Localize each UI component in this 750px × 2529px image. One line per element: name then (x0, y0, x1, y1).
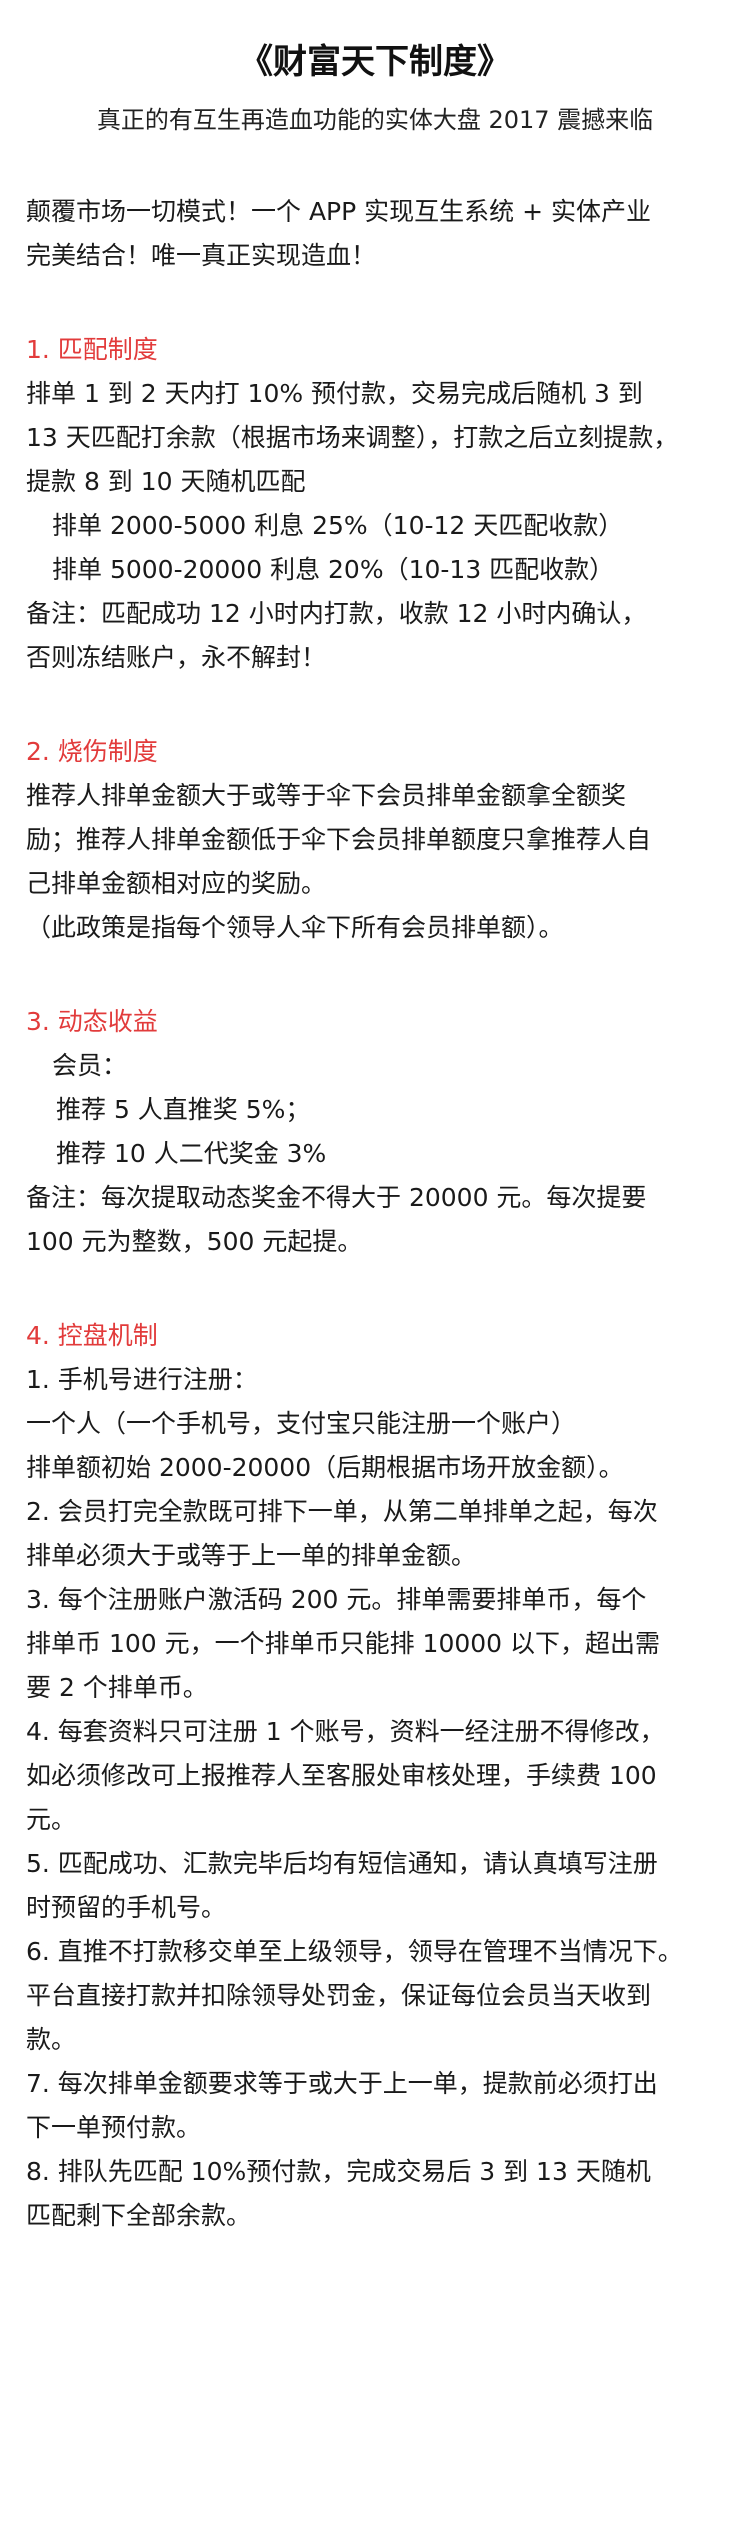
section-line: 会员： (52, 1051, 128, 1080)
intro-line: 颠覆市场一切模式！一个 APP 实现互生系统 + 实体产业 (26, 197, 651, 226)
section-line: 8. 排队先匹配 10%预付款，完成交易后 3 到 13 天随机 (26, 2157, 651, 2186)
section-heading: 3. 动态收益 (26, 1007, 158, 1036)
section-matching-system: 1. 匹配制度 排单 1 到 2 天内打 10% 预付款，交易完成后随机 3 到… (26, 328, 724, 680)
section-control-mechanism: 4. 控盘机制 1. 手机号进行注册： 一个人（一个手机号，支付宝只能注册一个账… (26, 1314, 724, 2238)
section-line: 排单币 100 元，一个排单币只能排 10000 以下，超出需 (26, 1629, 661, 1658)
section-line: 排单 5000-20000 利息 20%（10-13 匹配收款） (52, 555, 615, 584)
section-line: （此政策是指每个领导人伞下所有会员排单额）。 (26, 913, 564, 942)
section-line: 匹配剩下全部余款。 (26, 2201, 252, 2230)
intro-line: 完美结合！唯一真正实现造血！ (26, 241, 377, 270)
section-line: 5. 匹配成功、汇款完毕后均有短信通知，请认真填写注册 (26, 1849, 658, 1878)
section-line: 13 天匹配打余款（根据市场来调整），打款之后立刻提款， (26, 423, 679, 452)
section-heading: 4. 控盘机制 (26, 1321, 158, 1350)
section-line: 时预留的手机号。 (26, 1893, 227, 1922)
section-line: 3. 每个注册账户激活码 200 元。排单需要排单币，每个 (26, 1585, 647, 1614)
document-page: 《财富天下制度》 真正的有互生再造血功能的实体大盘 2017 震撼来临 颠覆市场… (0, 0, 750, 2529)
section-line: 如必须修改可上报推荐人至客服处审核处理，手续费 100 (26, 1761, 657, 1790)
section-line: 备注：匹配成功 12 小时内打款，收款 12 小时内确认， (26, 599, 647, 628)
section-line: 励；推荐人排单金额低于伞下会员排单额度只拿推荐人自 (26, 825, 652, 854)
section-line: 要 2 个排单币。 (26, 1673, 208, 1702)
section-heading: 2. 烧伤制度 (26, 737, 158, 766)
document-subtitle: 真正的有互生再造血功能的实体大盘 2017 震撼来临 (96, 106, 654, 134)
section-line: 100 元为整数，500 元起提。 (26, 1227, 363, 1256)
section-line: 推荐人排单金额大于或等于伞下会员排单金额拿全额奖 (26, 781, 627, 810)
section-line: 一个人（一个手机号，支付宝只能注册一个账户） (26, 1409, 577, 1438)
section-dynamic-income: 3. 动态收益 会员： 推荐 5 人直推奖 5%； 推荐 10 人二代奖金 3%… (26, 1000, 724, 1264)
section-line: 排单必须大于或等于上一单的排单金额。 (26, 1541, 477, 1570)
section-line: 推荐 10 人二代奖金 3% (56, 1139, 327, 1168)
section-heading: 1. 匹配制度 (26, 335, 158, 364)
section-burn-system: 2. 烧伤制度 推荐人排单金额大于或等于伞下会员排单金额拿全额奖 励；推荐人排单… (26, 730, 724, 950)
section-line: 下一单预付款。 (26, 2113, 202, 2142)
section-line: 元。 (26, 1805, 77, 1834)
section-line: 6. 直推不打款移交单至上级领导，领导在管理不当情况下。 (26, 1937, 683, 1966)
section-line: 7. 每次排单金额要求等于或大于上一单，提款前必须打出 (26, 2069, 658, 2098)
section-line: 己排单金额相对应的奖励。 (26, 869, 327, 898)
section-line: 推荐 5 人直推奖 5%； (56, 1095, 311, 1124)
intro-paragraph: 颠覆市场一切模式！一个 APP 实现互生系统 + 实体产业 完美结合！唯一真正实… (26, 190, 724, 278)
section-line: 平台直接打款并扣除领导处罚金，保证每位会员当天收到 (26, 1981, 652, 2010)
section-line: 排单额初始 2000-20000（后期根据市场开放金额）。 (26, 1453, 624, 1482)
section-line: 款。 (26, 2025, 77, 2054)
document-title: 《财富天下制度》 (239, 42, 511, 82)
section-line: 否则冻结账户，永不解封！ (26, 643, 327, 672)
section-line: 排单 1 到 2 天内打 10% 预付款，交易完成后随机 3 到 (26, 379, 643, 408)
section-line: 提款 8 到 10 天随机匹配 (26, 467, 306, 496)
section-line: 2. 会员打完全款既可排下一单，从第二单排单之起，每次 (26, 1497, 658, 1526)
section-line: 4. 每套资料只可注册 1 个账号，资料一经注册不得修改， (26, 1717, 665, 1746)
section-line: 备注：每次提取动态奖金不得大于 20000 元。每次提要 (26, 1183, 647, 1212)
section-line: 排单 2000-5000 利息 25%（10-12 天匹配收款） (52, 511, 624, 540)
section-line: 1. 手机号进行注册： (26, 1365, 258, 1394)
